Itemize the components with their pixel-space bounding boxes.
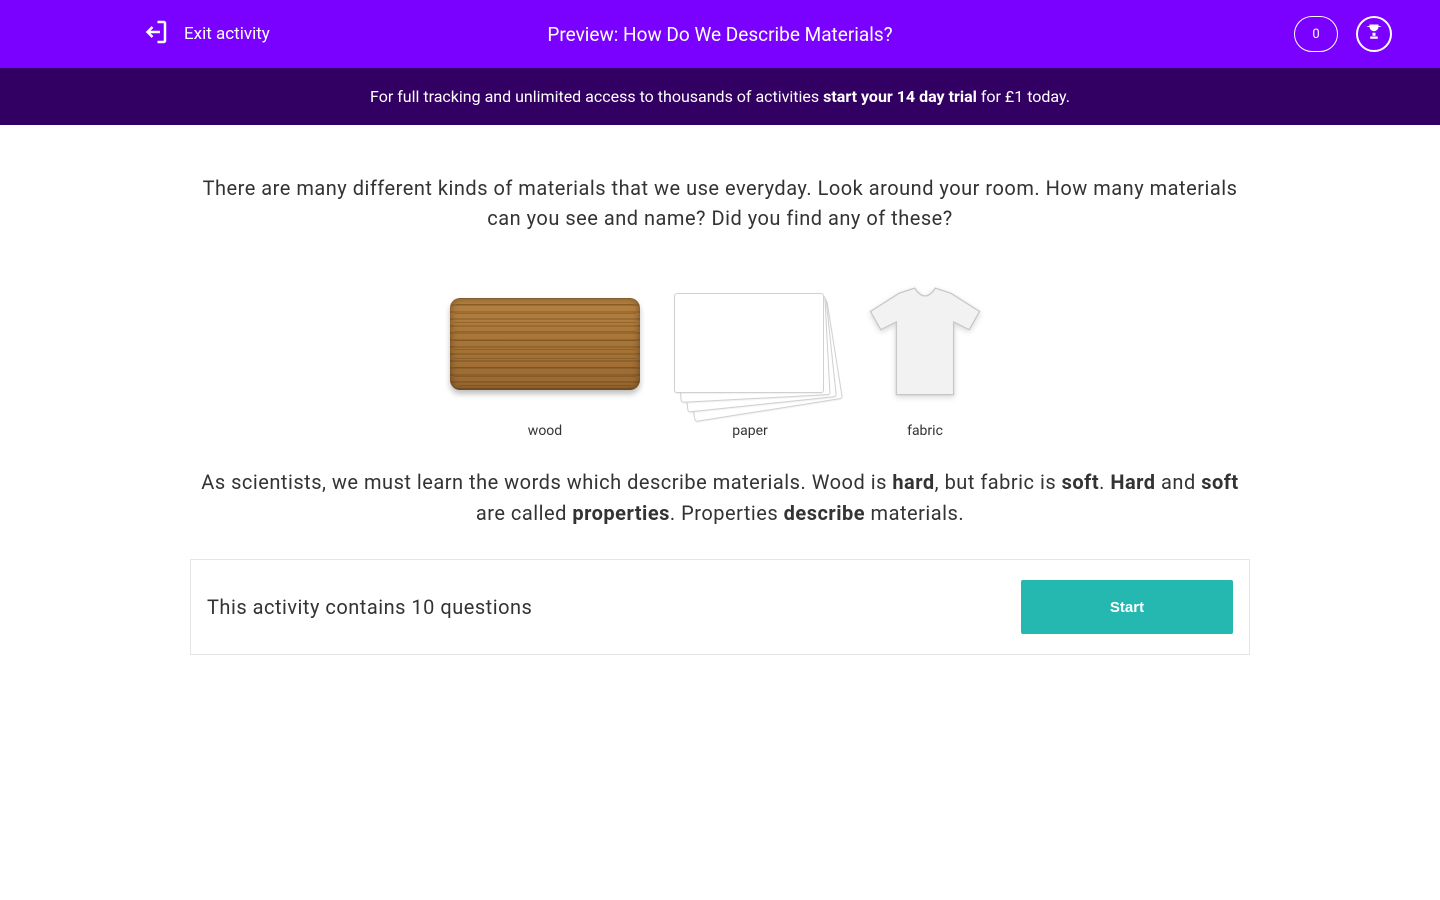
paper-caption: paper [660,423,840,439]
fabric-caption: fabric [860,423,990,439]
exit-icon [140,17,170,51]
fabric-image [860,279,990,409]
properties-text: As scientists, we must learn the words w… [190,467,1250,529]
prop-seg1: As scientists, we must learn the words w… [201,470,892,494]
trophy-icon [1365,23,1383,45]
prop-seg3: . [1099,470,1110,494]
material-wood: wood [450,279,640,439]
start-panel: This activity contains 10 questions Star… [190,559,1250,655]
exit-activity-label: Exit activity [184,24,270,44]
prop-b6: describe [784,501,865,525]
intro-text: There are many different kinds of materi… [190,173,1250,233]
prop-seg2: , but fabric is [935,470,1062,494]
prop-seg6: . Properties [670,501,784,525]
header-right: 0 [1294,16,1392,52]
material-paper: paper [660,279,840,439]
wood-image [450,279,640,409]
exit-activity-button[interactable]: Exit activity [140,17,270,51]
banner-prefix: For full tracking and unlimited access t… [370,87,823,106]
prop-b2: soft [1062,470,1100,494]
banner-bold: start your 14 day trial [823,87,977,106]
activity-count-label: This activity contains 10 questions [207,595,532,619]
wood-caption: wood [450,423,640,439]
main-content: There are many different kinds of materi… [170,125,1270,685]
start-button[interactable]: Start [1021,580,1233,634]
prop-seg4: and [1156,470,1202,494]
material-fabric: fabric [860,279,990,439]
prop-b3: Hard [1110,470,1155,494]
prop-b5: properties [572,501,670,525]
app-header: Exit activity Preview: How Do We Describ… [0,0,1440,68]
prop-b4: soft [1201,470,1239,494]
trophy-button[interactable] [1356,16,1392,52]
score-badge[interactable]: 0 [1294,16,1338,52]
tshirt-icon [860,284,990,404]
paper-image [660,279,840,409]
page-title: Preview: How Do We Describe Materials? [547,23,892,46]
prop-seg5: are called [476,501,572,525]
trial-banner[interactable]: For full tracking and unlimited access t… [0,68,1440,125]
prop-seg7: materials. [865,501,964,525]
banner-suffix: for £1 today. [977,87,1070,106]
prop-b1: hard [892,470,934,494]
materials-row: wood paper fabric [190,279,1250,439]
